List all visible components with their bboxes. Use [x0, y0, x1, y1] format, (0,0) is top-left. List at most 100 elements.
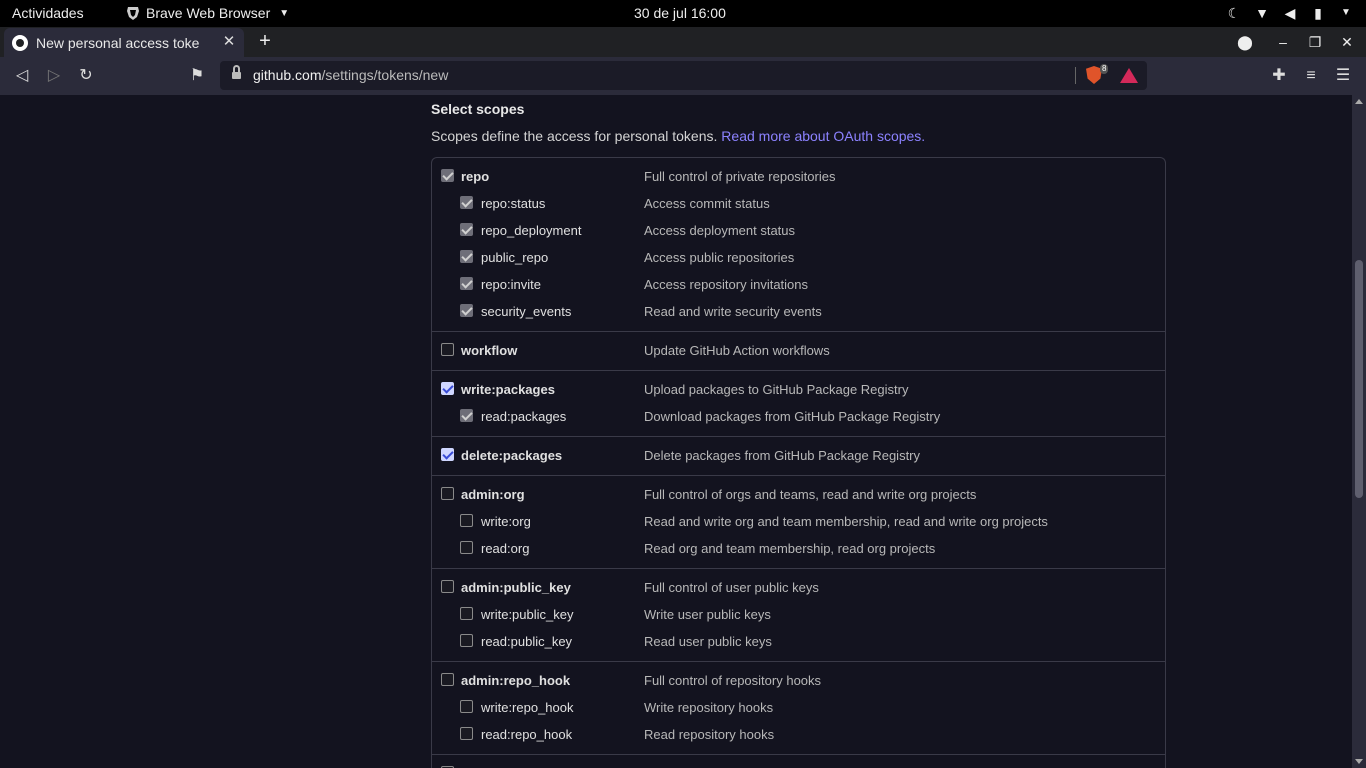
volume-icon: ◀ [1284, 5, 1296, 21]
reading-list-icon[interactable]: ≡ [1300, 65, 1322, 87]
scope-name: repo_deployment [481, 223, 582, 238]
scope-name: delete:packages [461, 448, 563, 463]
scrollbar-thumb[interactable] [1355, 260, 1363, 498]
scope-row[interactable]: read:org Read org and team membership, re… [432, 536, 1165, 563]
scope-checkbox[interactable] [441, 673, 454, 686]
scope-row[interactable]: admin:org Full control of orgs and teams,… [432, 482, 1165, 509]
scope-row[interactable]: repo:invite Access repository invitations [432, 272, 1165, 299]
maximize-icon[interactable]: ❐ [1304, 31, 1326, 53]
tab-strip: New personal access toke ✕ + ⬤ – ❐ ✕ [0, 27, 1366, 57]
scope-row[interactable]: repo_deployment Access deployment status [432, 218, 1165, 245]
scope-description: Write repository hooks [644, 700, 774, 715]
scope-row[interactable]: write:packages Upload packages to GitHub … [432, 377, 1165, 404]
scope-description: Write user public keys [644, 607, 771, 622]
scope-description: Read repository hooks [644, 727, 775, 742]
scope-row[interactable]: public_repo Access public repositories [432, 245, 1165, 272]
scope-row[interactable]: repo Full control of private repositories [432, 164, 1165, 191]
scope-group: admin:org_hookFull control of organizati… [432, 755, 1165, 768]
close-window-icon[interactable]: ✕ [1336, 31, 1358, 53]
scope-description: Read and write security events [644, 304, 822, 319]
tab-title: New personal access toke [36, 34, 200, 51]
extensions-icon[interactable]: ✚ [1268, 65, 1290, 87]
scope-row[interactable]: admin:repo_hook Full control of repositor… [432, 668, 1165, 695]
scope-name: repo:invite [481, 277, 541, 292]
scope-checkbox[interactable] [460, 304, 473, 317]
scope-row[interactable]: read:public_key Read user public keys [432, 629, 1165, 656]
scope-checkbox[interactable] [460, 196, 473, 209]
scope-description: Access commit status [644, 196, 770, 211]
divider [1075, 67, 1076, 84]
scope-checkbox[interactable] [441, 487, 454, 500]
scope-name: read:repo_hook [481, 727, 573, 742]
lock-icon[interactable] [232, 65, 241, 80]
scope-name: write:org [481, 514, 531, 529]
app-name: Brave Web Browser [146, 5, 271, 21]
back-icon[interactable]: ◁ [11, 65, 33, 87]
page-title: Select scopes [431, 101, 525, 117]
scope-row[interactable]: write:repo_hook Write repository hooks [432, 695, 1165, 722]
scope-checkbox[interactable] [460, 514, 473, 527]
menu-icon[interactable]: ☰ [1332, 65, 1354, 87]
brave-lion-icon [127, 6, 139, 20]
scope-checkbox[interactable] [460, 250, 473, 263]
scope-row[interactable]: write:public_key Write user public keys [432, 602, 1165, 629]
browser-toolbar: ◁ ▷ ↻ ⚑ github.com/settings/tokens/new 8… [0, 57, 1366, 95]
scope-row[interactable]: workflow Update GitHub Action workflows [432, 338, 1165, 365]
oauth-scopes-link[interactable]: Read more about OAuth scopes. [721, 128, 925, 144]
scope-row[interactable]: read:packages Download packages from GitH… [432, 404, 1165, 431]
app-menu[interactable]: Brave Web Browser ▼ [126, 5, 289, 21]
minimize-icon[interactable]: – [1272, 31, 1294, 53]
brave-rewards-icon[interactable] [1120, 68, 1138, 83]
scroll-down-icon[interactable] [1355, 759, 1363, 764]
address-bar[interactable]: github.com/settings/tokens/new 8 [220, 61, 1147, 90]
scope-checkbox[interactable] [460, 409, 473, 422]
tab-search-icon[interactable]: ⬤ [1234, 31, 1256, 53]
url-path: /settings/tokens/new [321, 67, 449, 83]
system-tray[interactable]: ☾ ▼ ◀ ▮ ▼ [1226, 4, 1354, 22]
scope-checkbox[interactable] [460, 541, 473, 554]
scope-row[interactable]: admin:org_hookFull control of organizati… [432, 761, 1165, 768]
scope-checkbox[interactable] [441, 580, 454, 593]
scope-row[interactable]: repo:status Access commit status [432, 191, 1165, 218]
scope-name: security_events [481, 304, 572, 319]
scope-row[interactable]: read:repo_hook Read repository hooks [432, 722, 1165, 749]
scope-description: Download packages from GitHub Package Re… [644, 409, 941, 424]
scope-description: Access public repositories [644, 250, 795, 265]
scope-checkbox[interactable] [441, 343, 454, 356]
forward-icon[interactable]: ▷ [43, 65, 65, 87]
clock[interactable]: 30 de jul 16:00 [634, 5, 726, 21]
scope-checkbox[interactable] [441, 382, 454, 395]
url-text[interactable]: github.com/settings/tokens/new [253, 67, 448, 83]
scroll-up-icon[interactable] [1355, 99, 1363, 104]
bookmark-icon[interactable]: ⚑ [186, 65, 208, 87]
tab-active[interactable]: New personal access toke ✕ [4, 28, 244, 57]
scope-checkbox[interactable] [460, 727, 473, 740]
scope-row[interactable]: security_events Read and write security e… [432, 299, 1165, 326]
scope-checkbox[interactable] [460, 277, 473, 290]
close-tab-icon[interactable]: ✕ [220, 33, 238, 51]
chevron-down-icon: ▼ [1341, 7, 1351, 18]
activities-button[interactable]: Actividades [12, 5, 84, 21]
new-tab-button[interactable]: + [254, 30, 276, 52]
scope-row[interactable]: delete:packages Delete packages from GitH… [432, 443, 1165, 470]
scope-checkbox[interactable] [460, 700, 473, 713]
scope-checkbox[interactable] [441, 448, 454, 461]
scope-description: Upload packages to GitHub Package Regist… [644, 382, 909, 397]
scope-description: Full control of private repositories [644, 169, 836, 184]
scope-row[interactable]: admin:public_key Full control of user pub… [432, 575, 1165, 602]
scope-checkbox[interactable] [460, 223, 473, 236]
scope-row[interactable]: write:org Read and write org and team mem… [432, 509, 1165, 536]
scope-name: admin:org [461, 487, 525, 502]
scrollbar[interactable] [1352, 95, 1366, 768]
system-top-bar: Actividades Brave Web Browser ▼ 30 de ju… [0, 0, 1366, 27]
scope-checkbox[interactable] [460, 634, 473, 647]
scopes-list: repo Full control of private repositories… [431, 157, 1166, 768]
reload-icon[interactable]: ↻ [75, 65, 97, 87]
scope-name: write:public_key [481, 607, 574, 622]
scope-checkbox[interactable] [460, 607, 473, 620]
page-content: Select scopes Scopes define the access f… [0, 95, 1352, 768]
scope-name: repo [461, 169, 490, 184]
scope-description: Access deployment status [644, 223, 796, 238]
scope-description: Read and write org and team membership, … [644, 514, 1048, 529]
scope-checkbox[interactable] [441, 169, 454, 182]
